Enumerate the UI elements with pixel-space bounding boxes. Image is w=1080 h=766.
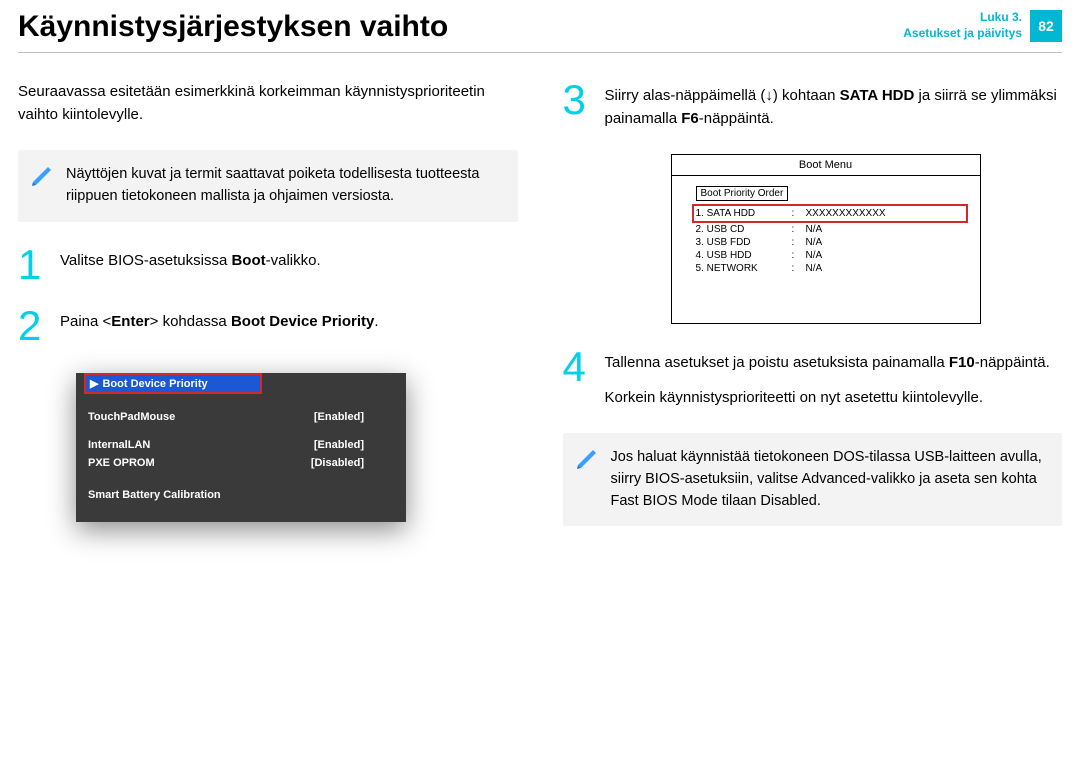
header-right: Luku 3. Asetukset ja päivitys 82 [903, 10, 1062, 42]
note-icon [30, 164, 54, 188]
step-number-3: 3 [563, 81, 593, 130]
boot-item: 5. NETWORK:N/A [696, 262, 964, 275]
right-column: 3 Siirry alas-näppäimellä (↓) kohtaan SA… [563, 81, 1063, 526]
boot-item: 1. SATA HDD:XXXXXXXXXXXX [696, 207, 964, 220]
note-text: Näyttöjen kuvat ja termit saattavat poik… [66, 166, 479, 204]
chapter-line1: Luku 3. [980, 10, 1022, 24]
page-title: Käynnistysjärjestyksen vaihto [18, 10, 448, 44]
step-number-2: 2 [18, 307, 48, 345]
boot-menu-panel: Boot Menu Boot Priority Order 1. SATA HD… [671, 154, 981, 324]
page-number-badge: 82 [1030, 10, 1062, 42]
boot-item-highlight: 1. SATA HDD:XXXXXXXXXXXX [692, 204, 968, 223]
note-icon [575, 447, 599, 471]
step-number-1: 1 [18, 246, 48, 284]
header-divider [18, 52, 1062, 53]
boot-menu-title: Boot Menu [672, 155, 980, 176]
bios-row: TouchPadMouse [Enabled] [88, 408, 394, 426]
bios-panel: ▶ Boot Device Priority TouchPadMouse [En… [76, 373, 406, 522]
step-1-text: Valitse BIOS-asetuksissa Boot-valikko. [60, 246, 321, 284]
step-4: 4 Tallenna asetukset ja poistu asetuksis… [563, 348, 1063, 409]
chapter-label: Luku 3. Asetukset ja päivitys [903, 10, 1022, 41]
step-3-text: Siirry alas-näppäimellä (↓) kohtaan SATA… [605, 81, 1063, 130]
step-4-text: Tallenna asetukset ja poistu asetuksista… [605, 348, 1050, 409]
bios-highlight-row: ▶ Boot Device Priority [86, 375, 260, 392]
step-2: 2 Paina <Enter> kohdassa Boot Device Pri… [18, 307, 518, 345]
note-box-screens: Näyttöjen kuvat ja termit saattavat poik… [18, 150, 518, 222]
boot-item: 3. USB FDD:N/A [696, 236, 964, 249]
intro-text: Seuraavassa esitetään esimerkkinä korkei… [18, 81, 518, 126]
note-dos-text: Jos haluat käynnistää tietokoneen DOS-ti… [611, 449, 1042, 509]
page-header: Käynnistysjärjestyksen vaihto Luku 3. As… [0, 0, 1080, 52]
boot-item: 4. USB HDD:N/A [696, 249, 964, 262]
bios-highlight-box: ▶ Boot Device Priority [84, 373, 262, 394]
bios-row: PXE OPROM [Disabled] [88, 454, 394, 472]
note-box-dos: Jos haluat käynnistää tietokoneen DOS-ti… [563, 433, 1063, 526]
bios-row: Smart Battery Calibration [88, 486, 394, 504]
bios-row: InternalLAN [Enabled] [88, 436, 394, 454]
step-3: 3 Siirry alas-näppäimellä (↓) kohtaan SA… [563, 81, 1063, 130]
chapter-line2: Asetukset ja päivitys [903, 26, 1022, 40]
step-1: 1 Valitse BIOS-asetuksissa Boot-valikko. [18, 246, 518, 284]
bios-highlight-label: Boot Device Priority [102, 378, 207, 390]
left-column: Seuraavassa esitetään esimerkkinä korkei… [18, 81, 518, 526]
boot-priority-order-label: Boot Priority Order [696, 186, 789, 201]
triangle-icon: ▶ [90, 377, 98, 390]
content-columns: Seuraavassa esitetään esimerkkinä korkei… [0, 81, 1080, 526]
step-2-text: Paina <Enter> kohdassa Boot Device Prior… [60, 307, 379, 345]
step-number-4: 4 [563, 348, 593, 409]
step-4-extra: Korkein käynnistysprioriteetti on nyt as… [605, 387, 1050, 410]
boot-menu-body: Boot Priority Order 1. SATA HDD:XXXXXXXX… [672, 176, 980, 323]
bios-rows: TouchPadMouse [Enabled] InternalLAN [Ena… [76, 402, 406, 522]
boot-item: 2. USB CD:N/A [696, 223, 964, 236]
